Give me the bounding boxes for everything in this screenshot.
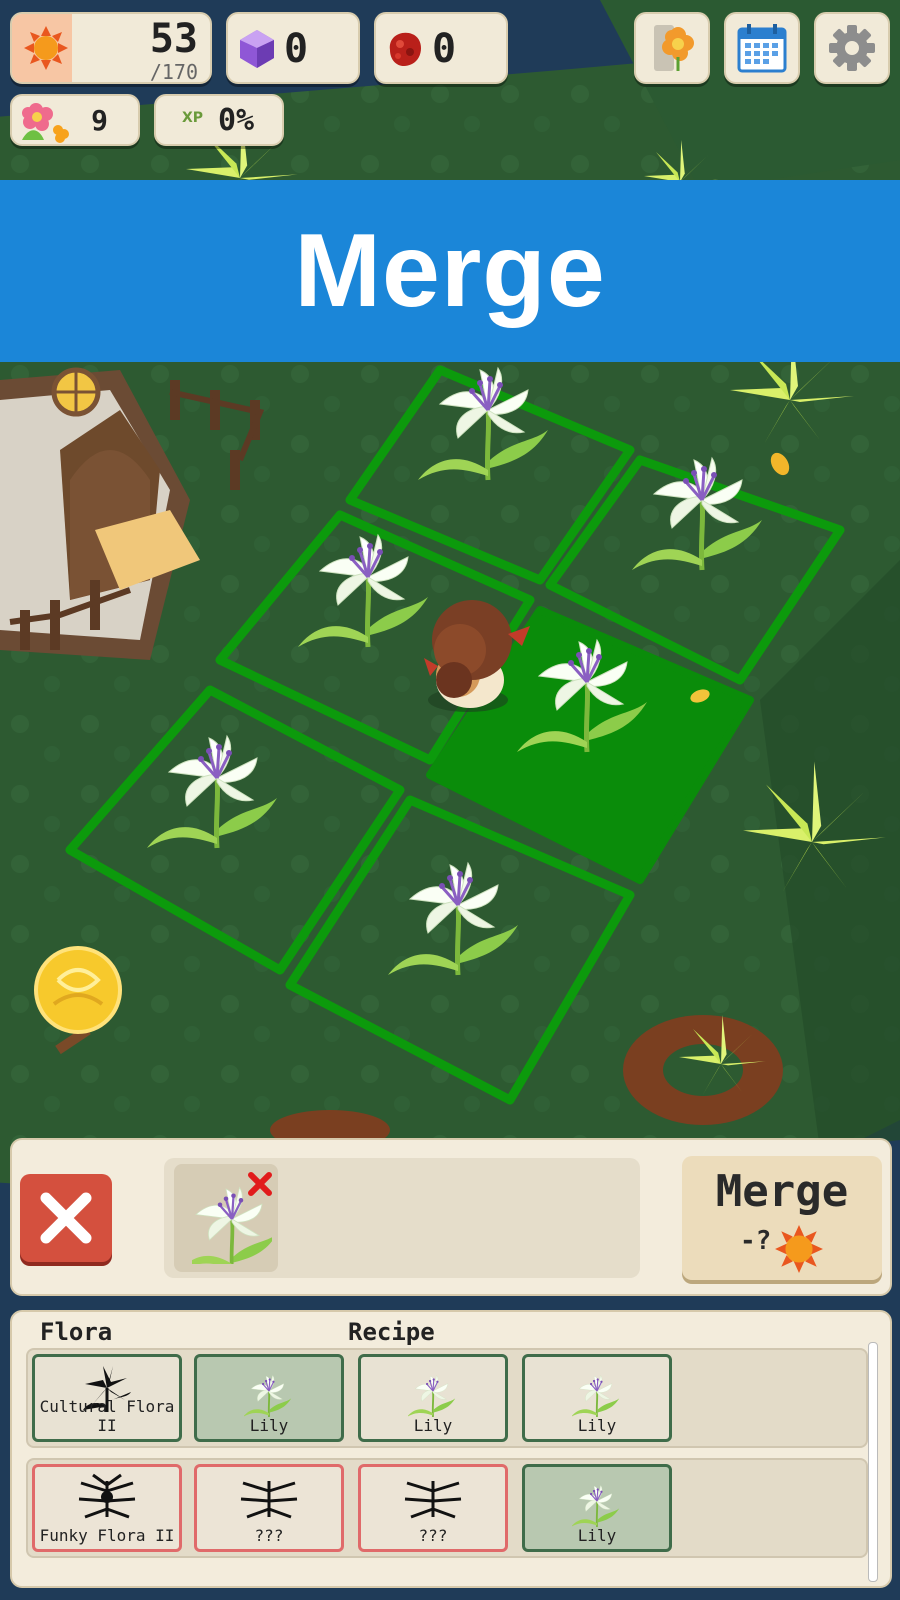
ingredient-name: Lily	[413, 1416, 453, 1435]
xp-label: XP	[182, 110, 204, 126]
merge-button[interactable]: Merge -?	[682, 1156, 882, 1280]
recipe-header: Recipe	[348, 1318, 435, 1346]
settings-button[interactable]	[814, 12, 890, 84]
remove-icon[interactable]	[246, 1170, 274, 1198]
ingredient-cell[interactable]: ???	[194, 1464, 344, 1552]
flora-cell[interactable]: Cultural Flora II	[32, 1354, 182, 1442]
ingredient-cell[interactable]: ???	[358, 1464, 508, 1552]
xp-counter: XP 0%	[154, 94, 284, 146]
ruby-counter: 0	[374, 12, 508, 84]
merge-panel: Merge -?	[10, 1138, 892, 1296]
calendar-icon	[737, 24, 787, 73]
calendar-button[interactable]	[724, 12, 800, 84]
recipe-scrollbar[interactable]	[868, 1342, 878, 1582]
gem-icon	[240, 30, 274, 68]
close-icon	[40, 1192, 92, 1244]
flower-value: 9	[91, 104, 108, 137]
recipe-panel: Flora Recipe Cultural Flora II Lily Lily…	[10, 1310, 892, 1588]
sun-value: 53	[149, 16, 198, 62]
ingredient-cell[interactable]: Lily	[358, 1354, 508, 1442]
fern-silhouette-icon	[78, 1473, 136, 1519]
ingredient-name: Lily	[249, 1416, 289, 1435]
fern-silhouette-icon	[240, 1481, 298, 1519]
recipe-row[interactable]: Funky Flora II ??? ??? Lily	[26, 1458, 868, 1558]
recipe-row[interactable]: Cultural Flora II Lily Lily Lily	[26, 1348, 868, 1448]
lily-icon	[244, 1374, 293, 1418]
flower-icon	[22, 103, 69, 143]
flora-name: Cultural Flora II	[39, 1397, 175, 1435]
title-banner: Merge	[0, 180, 900, 362]
ingredient-cell[interactable]: Lily	[522, 1354, 672, 1442]
sun-max: /170	[149, 60, 198, 84]
sun-icon	[24, 26, 68, 70]
gem-counter: 0	[226, 12, 360, 84]
ingredient-cell[interactable]: Lily	[522, 1464, 672, 1552]
sun-counter: 53 /170	[10, 12, 212, 84]
banner-title: Merge	[294, 212, 606, 329]
fern-silhouette-icon	[404, 1481, 462, 1519]
flora-name: Funky Flora II	[39, 1526, 175, 1545]
flower-album-button[interactable]	[634, 12, 710, 84]
ruby-icon	[389, 32, 421, 67]
merge-button-label: Merge	[715, 1166, 849, 1217]
gear-icon	[829, 25, 875, 71]
ingredient-name: Lily	[577, 1416, 617, 1435]
gem-value: 0	[284, 26, 309, 72]
cancel-button[interactable]	[20, 1174, 112, 1262]
ruby-value: 0	[432, 26, 457, 72]
merge-slot-tray	[164, 1158, 640, 1278]
flower-album-icon	[654, 25, 694, 71]
ingredient-name: Lily	[577, 1526, 617, 1545]
merge-cost: -?	[740, 1226, 772, 1256]
lily-icon	[572, 1484, 621, 1528]
ingredient-name: ???	[254, 1526, 284, 1545]
ingredient-name: ???	[418, 1526, 448, 1545]
lily-icon	[408, 1374, 457, 1418]
sun-icon	[775, 1225, 823, 1273]
flora-header: Flora	[40, 1318, 113, 1346]
flora-cell[interactable]: Funky Flora II	[32, 1464, 182, 1552]
xp-value: 0%	[218, 103, 255, 138]
ingredient-cell[interactable]: Lily	[194, 1354, 344, 1442]
lily-icon	[572, 1374, 621, 1418]
flower-counter: 9	[10, 94, 140, 146]
merge-slot[interactable]	[174, 1164, 278, 1272]
